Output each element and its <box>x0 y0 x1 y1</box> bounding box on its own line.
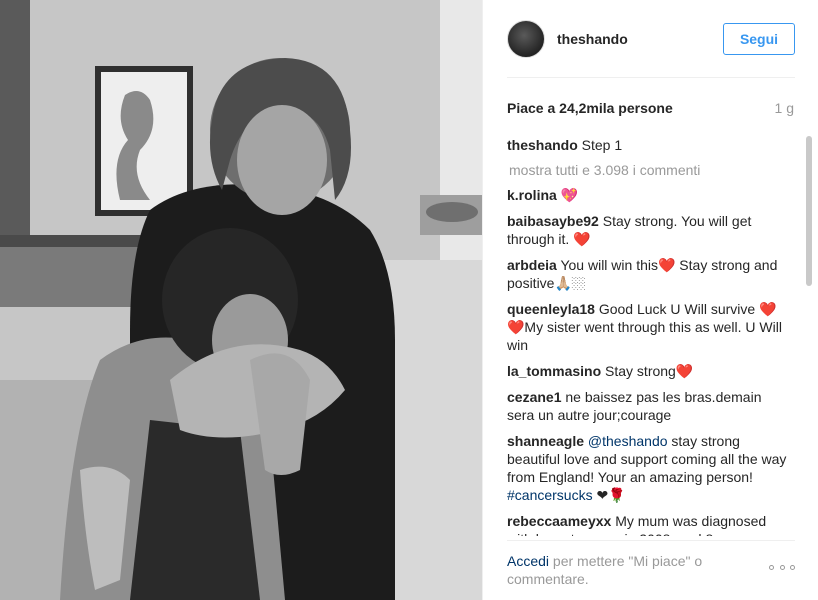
comment-item: shanneagle @theshando stay strong beauti… <box>507 432 787 504</box>
login-link[interactable]: Accedi <box>507 553 549 569</box>
comment-item: k.rolina 💖 <box>507 186 787 204</box>
comment-text: 💖 <box>560 187 579 203</box>
comment-mention[interactable]: @theshando <box>588 433 668 449</box>
comment-item: queenleyla18 Good Luck U Will survive ❤️… <box>507 300 787 354</box>
comment-hashtag[interactable]: #cancersucks <box>507 487 593 503</box>
comment-username[interactable]: cezane1 <box>507 389 561 405</box>
comments-scrollbar[interactable] <box>806 136 812 532</box>
comment-username[interactable]: arbdeia <box>507 257 557 273</box>
comment-text-end: ❤🌹 <box>596 487 626 503</box>
comment-username[interactable]: la_tommasino <box>507 363 601 379</box>
caption-text: Step 1 <box>581 137 623 153</box>
comment-username[interactable]: shanneagle <box>507 433 584 449</box>
caption: theshando Step 1 <box>507 136 787 154</box>
comment-username[interactable]: rebeccaameyxx <box>507 513 611 529</box>
dot-icon <box>779 564 785 570</box>
post-header: theshando Segui <box>483 0 818 78</box>
comment-username[interactable]: queenleyla18 <box>507 301 595 317</box>
comment-username[interactable]: baibasaybe92 <box>507 213 599 229</box>
photo-illustration <box>0 0 482 600</box>
caption-username[interactable]: theshando <box>507 137 578 153</box>
comment-item: baibasaybe92 Stay strong. You will get t… <box>507 212 787 248</box>
post-timestamp[interactable]: 1 g <box>775 100 794 116</box>
likes-count[interactable]: Piace a 24,2mila persone <box>507 100 673 116</box>
more-options-icon[interactable] <box>769 562 795 572</box>
post-footer: Accedi per mettere "Mi piace" o commenta… <box>483 540 818 600</box>
likes-row: Piace a 24,2mila persone 1 g <box>507 98 794 118</box>
profile-avatar[interactable] <box>507 20 545 58</box>
comment-text: Stay strong❤️ <box>605 363 694 379</box>
scrollbar-thumb[interactable] <box>806 136 812 286</box>
comment-item: la_tommasino Stay strong❤️ <box>507 362 787 380</box>
comment-item: rebeccaameyxx My mum was diagnosed with … <box>507 512 787 536</box>
follow-button[interactable]: Segui <box>723 23 795 55</box>
instagram-post-modal: theshando Segui Piace a 24,2mila persone… <box>0 0 818 600</box>
comment-username[interactable]: k.rolina <box>507 187 557 203</box>
comments-list: theshando Step 1 mostra tutti e 3.098 i … <box>507 136 787 536</box>
dot-icon <box>790 564 795 570</box>
dot-icon <box>769 564 774 570</box>
post-photo[interactable] <box>0 0 482 600</box>
comment-item: cezane1 ne baissez pas les bras.demain s… <box>507 388 787 424</box>
comment-item: arbdeia You will win this❤️ Stay strong … <box>507 256 787 292</box>
post-details-panel: theshando Segui Piace a 24,2mila persone… <box>482 0 818 600</box>
show-all-comments-link[interactable]: mostra tutti e 3.098 i commenti <box>509 162 787 178</box>
login-prompt: Accedi per mettere "Mi piace" o commenta… <box>507 552 737 588</box>
post-username[interactable]: theshando <box>557 31 723 47</box>
